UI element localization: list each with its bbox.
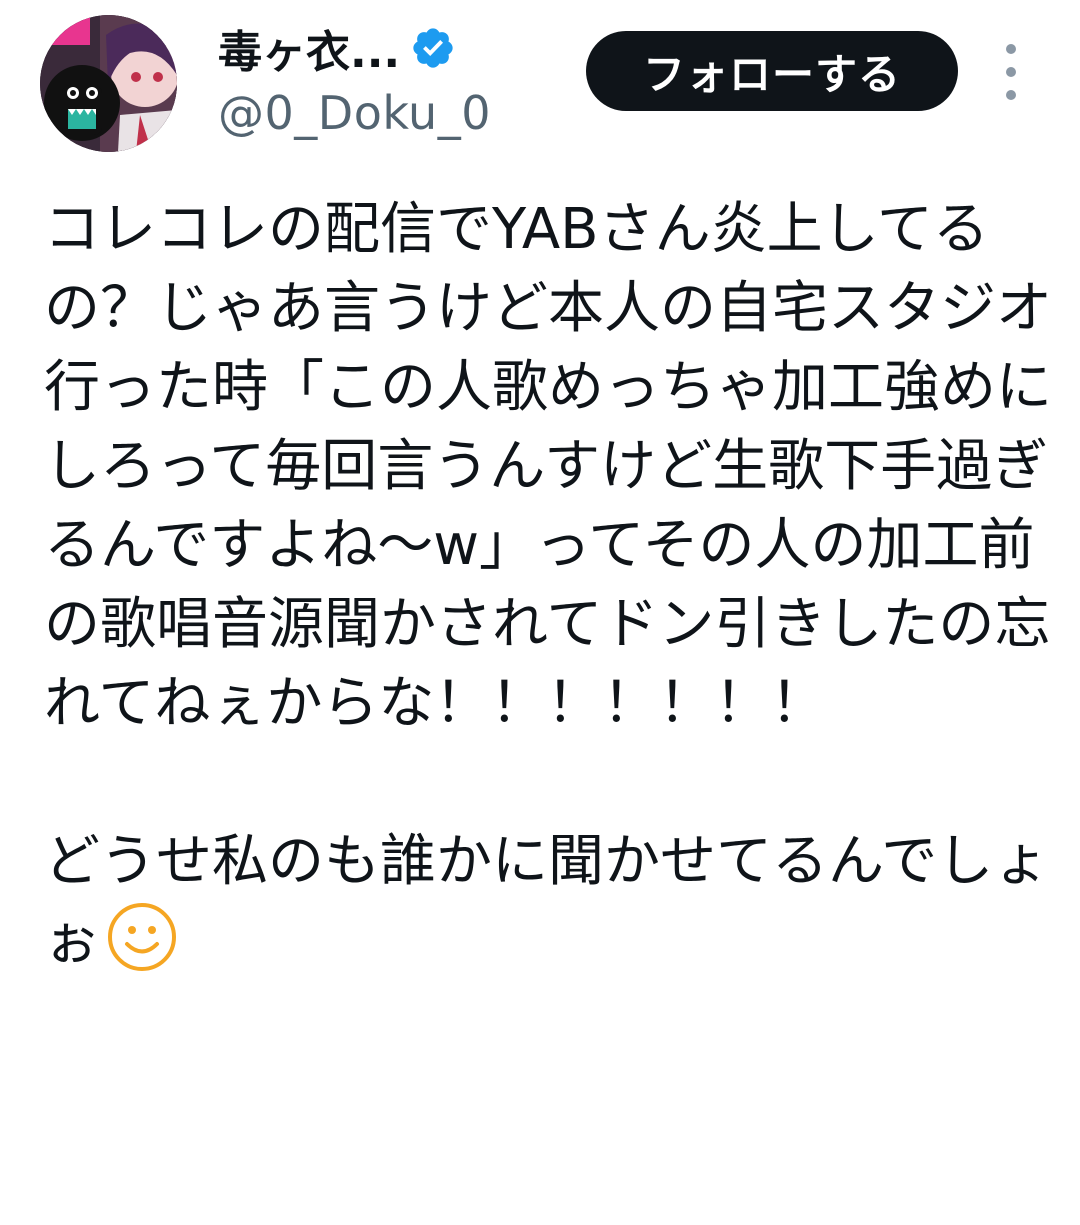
avatar-image <box>40 15 177 152</box>
user-handle[interactable]: @0_Doku_0 <box>218 86 491 140</box>
smiley-face-icon <box>106 901 178 973</box>
dot-icon <box>1006 44 1016 54</box>
tweet-paragraph-2: どうせ私のも誰かに聞かせてるんでしょぉ <box>44 822 1054 980</box>
name-row: 毒ヶ衣... <box>218 18 456 78</box>
more-vertical-icon[interactable] <box>996 44 1026 100</box>
tweet-header: 毒ヶ衣... @0_Doku_0 フォローする <box>0 0 1080 160</box>
tweet-body: コレコレの配信でYABさん炎上してるの？じゃあ言うけど本人の自宅スタジオ行った時… <box>44 190 1054 980</box>
follow-button[interactable]: フォローする <box>586 31 958 111</box>
avatar[interactable] <box>40 15 177 152</box>
dot-icon <box>1006 67 1016 77</box>
dot-icon <box>1006 90 1016 100</box>
display-name[interactable]: 毒ヶ衣... <box>218 16 400 80</box>
tweet-paragraph-1: コレコレの配信でYABさん炎上してるの？じゃあ言うけど本人の自宅スタジオ行った時… <box>44 197 1052 736</box>
verified-badge-icon <box>410 25 456 71</box>
tweet-paragraph-2-text: どうせ私のも誰かに聞かせてるんでしょぉ <box>44 829 1050 973</box>
